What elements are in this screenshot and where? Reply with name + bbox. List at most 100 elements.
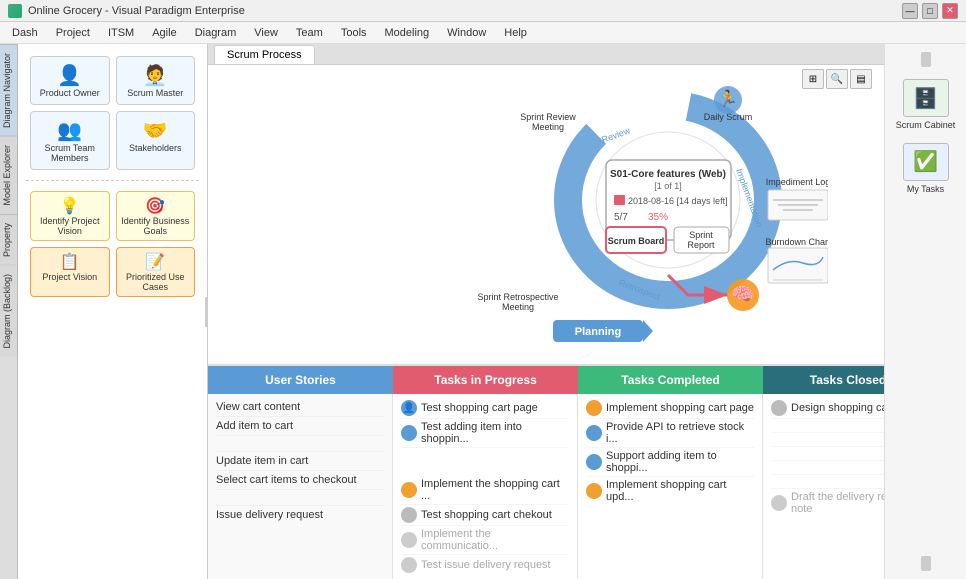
svg-text:S01-Core features (Web): S01-Core features (Web) bbox=[610, 169, 726, 180]
task-progress-8: Test issue delivery request bbox=[401, 555, 569, 575]
backlog-identify-goals: 🎯 Identify Business Goals bbox=[116, 191, 196, 241]
scrum-cabinet-label: Scrum Cabinet bbox=[896, 120, 956, 131]
toolbar-fit-button[interactable]: ⊞ bbox=[802, 69, 824, 89]
menu-help[interactable]: Help bbox=[496, 25, 535, 41]
my-tasks-icon: ✅ bbox=[903, 143, 949, 181]
backlog-use-cases: 📝 Prioritized Use Cases bbox=[116, 247, 196, 297]
svg-text:Meeting: Meeting bbox=[502, 302, 534, 312]
task-progress-6: Test shopping cart chekout bbox=[401, 505, 569, 526]
task-progress-2: Test adding item into shoppin... bbox=[401, 419, 569, 448]
story-update-item: Update item in cart bbox=[216, 452, 384, 471]
scrum-diagram-svg: S01-Core features (Web) [1 of 1] 2018-08… bbox=[208, 65, 828, 355]
svg-text:Sprint: Sprint bbox=[689, 230, 713, 240]
role-stakeholders: 🤝 Stakeholders bbox=[116, 111, 196, 170]
col-user-stories: View cart content Add item to cart Updat… bbox=[208, 394, 393, 579]
app-title: Online Grocery - Visual Paradigm Enterpr… bbox=[28, 5, 245, 17]
col-header-in-progress: Tasks in Progress bbox=[393, 366, 578, 394]
task-progress-1: 👤 Test shopping cart page bbox=[401, 398, 569, 419]
col-header-completed: Tasks Completed bbox=[578, 366, 763, 394]
svg-text:[1 of 1]: [1 of 1] bbox=[654, 181, 682, 191]
toolbar-zoom-button[interactable]: 🔍 bbox=[826, 69, 848, 89]
svg-text:🧠: 🧠 bbox=[732, 284, 754, 304]
window-controls[interactable]: — □ ✕ bbox=[902, 3, 958, 19]
close-button[interactable]: ✕ bbox=[942, 3, 958, 19]
tab-strip: Scrum Process bbox=[208, 44, 884, 65]
task-closed-1: Design shopping cart page bbox=[771, 398, 884, 419]
role-scrum-master: 🧑‍💼 Scrum Master bbox=[116, 56, 196, 105]
minimize-button[interactable]: — bbox=[902, 3, 918, 19]
svg-text:Meeting: Meeting bbox=[532, 122, 564, 132]
task-closed-spacer2 bbox=[771, 433, 884, 447]
col-closed: Design shopping cart page Draft the deli… bbox=[763, 394, 884, 579]
task-progress-7: Implement the communicatio... bbox=[401, 526, 569, 555]
diagram-toolbar: ⊞ 🔍 ▤ bbox=[802, 69, 872, 89]
scrum-process-tab[interactable]: Scrum Process bbox=[214, 45, 315, 64]
task-progress-5: Implement the shopping cart ... bbox=[401, 476, 569, 505]
story-view-cart: View cart content bbox=[216, 398, 384, 417]
avatar bbox=[586, 425, 602, 441]
task-completed-1: Implement shopping cart page bbox=[586, 398, 754, 419]
role-scrum-team: 👥 Scrum Team Members bbox=[30, 111, 110, 170]
task-spacer2 bbox=[401, 462, 569, 476]
scrollbar-down[interactable] bbox=[921, 556, 931, 571]
tab-model-explorer[interactable]: Model Explorer bbox=[0, 136, 17, 214]
task-completed-2: Provide API to retrieve stock i... bbox=[586, 419, 754, 448]
task-spacer bbox=[401, 448, 569, 462]
task-closed-spacer4 bbox=[771, 461, 884, 475]
menu-project[interactable]: Project bbox=[48, 25, 98, 41]
menu-window[interactable]: Window bbox=[439, 25, 494, 41]
avatar bbox=[771, 495, 787, 511]
menubar: Dash Project ITSM Agile Diagram View Tea… bbox=[0, 22, 966, 44]
task-completed-3: Support adding item to shoppi... bbox=[586, 448, 754, 477]
avatar bbox=[771, 400, 787, 416]
backlog-identify-vision: 💡 Identify Project Vision bbox=[30, 191, 110, 241]
titlebar: Online Grocery - Visual Paradigm Enterpr… bbox=[0, 0, 966, 22]
task-closed-spacer1 bbox=[771, 419, 884, 433]
menu-view[interactable]: View bbox=[246, 25, 286, 41]
menu-tools[interactable]: Tools bbox=[333, 25, 375, 41]
col-header-closed: Tasks Closed bbox=[763, 366, 884, 394]
side-panel: 👤 Product Owner 🧑‍💼 Scrum Master 👥 Scrum… bbox=[18, 44, 208, 579]
my-tasks-label: My Tasks bbox=[907, 184, 944, 195]
table-body: View cart content Add item to cart Updat… bbox=[208, 394, 884, 579]
avatar bbox=[401, 482, 417, 498]
tab-diagram-backlog[interactable]: Diagram (Backlog) bbox=[0, 265, 17, 357]
svg-text:Burndown Chart: Burndown Chart bbox=[765, 237, 828, 247]
menu-itsm[interactable]: ITSM bbox=[100, 25, 142, 41]
task-closed-spacer3 bbox=[771, 447, 884, 461]
col-header-user-stories: User Stories bbox=[208, 366, 393, 394]
svg-text:2018-08-16 [14 days left]: 2018-08-16 [14 days left] bbox=[628, 196, 728, 206]
story-spacer1 bbox=[216, 436, 384, 452]
task-completed-4: Implement shopping cart upd... bbox=[586, 477, 754, 505]
task-closed-spacer5 bbox=[771, 475, 884, 489]
story-select-checkout: Select cart items to checkout bbox=[216, 471, 384, 490]
app-icon bbox=[8, 4, 22, 18]
avatar bbox=[586, 454, 602, 470]
tab-property[interactable]: Property bbox=[0, 214, 17, 265]
right-panel-my-tasks[interactable]: ✅ My Tasks bbox=[903, 143, 949, 195]
tab-diagram-navigator[interactable]: Diagram Navigator bbox=[0, 44, 17, 136]
menu-dash[interactable]: Dash bbox=[4, 25, 46, 41]
main-area: Diagram Navigator Model Explorer Propert… bbox=[0, 44, 966, 579]
menu-modeling[interactable]: Modeling bbox=[377, 25, 438, 41]
menu-diagram[interactable]: Diagram bbox=[187, 25, 245, 41]
task-closed-4: Draft the delivery request note bbox=[771, 489, 884, 517]
toolbar-panel-button[interactable]: ▤ bbox=[850, 69, 872, 89]
story-spacer2 bbox=[216, 490, 384, 506]
menu-agile[interactable]: Agile bbox=[144, 25, 184, 41]
avatar bbox=[586, 400, 602, 416]
table-header: User Stories Tasks in Progress Tasks Com… bbox=[208, 366, 884, 394]
menu-team[interactable]: Team bbox=[288, 25, 331, 41]
svg-text:Planning: Planning bbox=[575, 326, 621, 338]
avatar: 👤 bbox=[401, 400, 417, 416]
scrollbar-up[interactable] bbox=[921, 52, 931, 67]
scrum-board-table: User Stories Tasks in Progress Tasks Com… bbox=[208, 364, 884, 579]
story-add-item: Add item to cart bbox=[216, 417, 384, 436]
maximize-button[interactable]: □ bbox=[922, 3, 938, 19]
avatar bbox=[586, 483, 602, 499]
titlebar-left: Online Grocery - Visual Paradigm Enterpr… bbox=[8, 4, 245, 18]
left-sidebar-tabs: Diagram Navigator Model Explorer Propert… bbox=[0, 44, 18, 579]
right-panel-scrum-cabinet[interactable]: 🗄️ Scrum Cabinet bbox=[896, 79, 956, 131]
svg-text:🏃: 🏃 bbox=[718, 89, 738, 108]
svg-text:Report: Report bbox=[687, 240, 715, 250]
